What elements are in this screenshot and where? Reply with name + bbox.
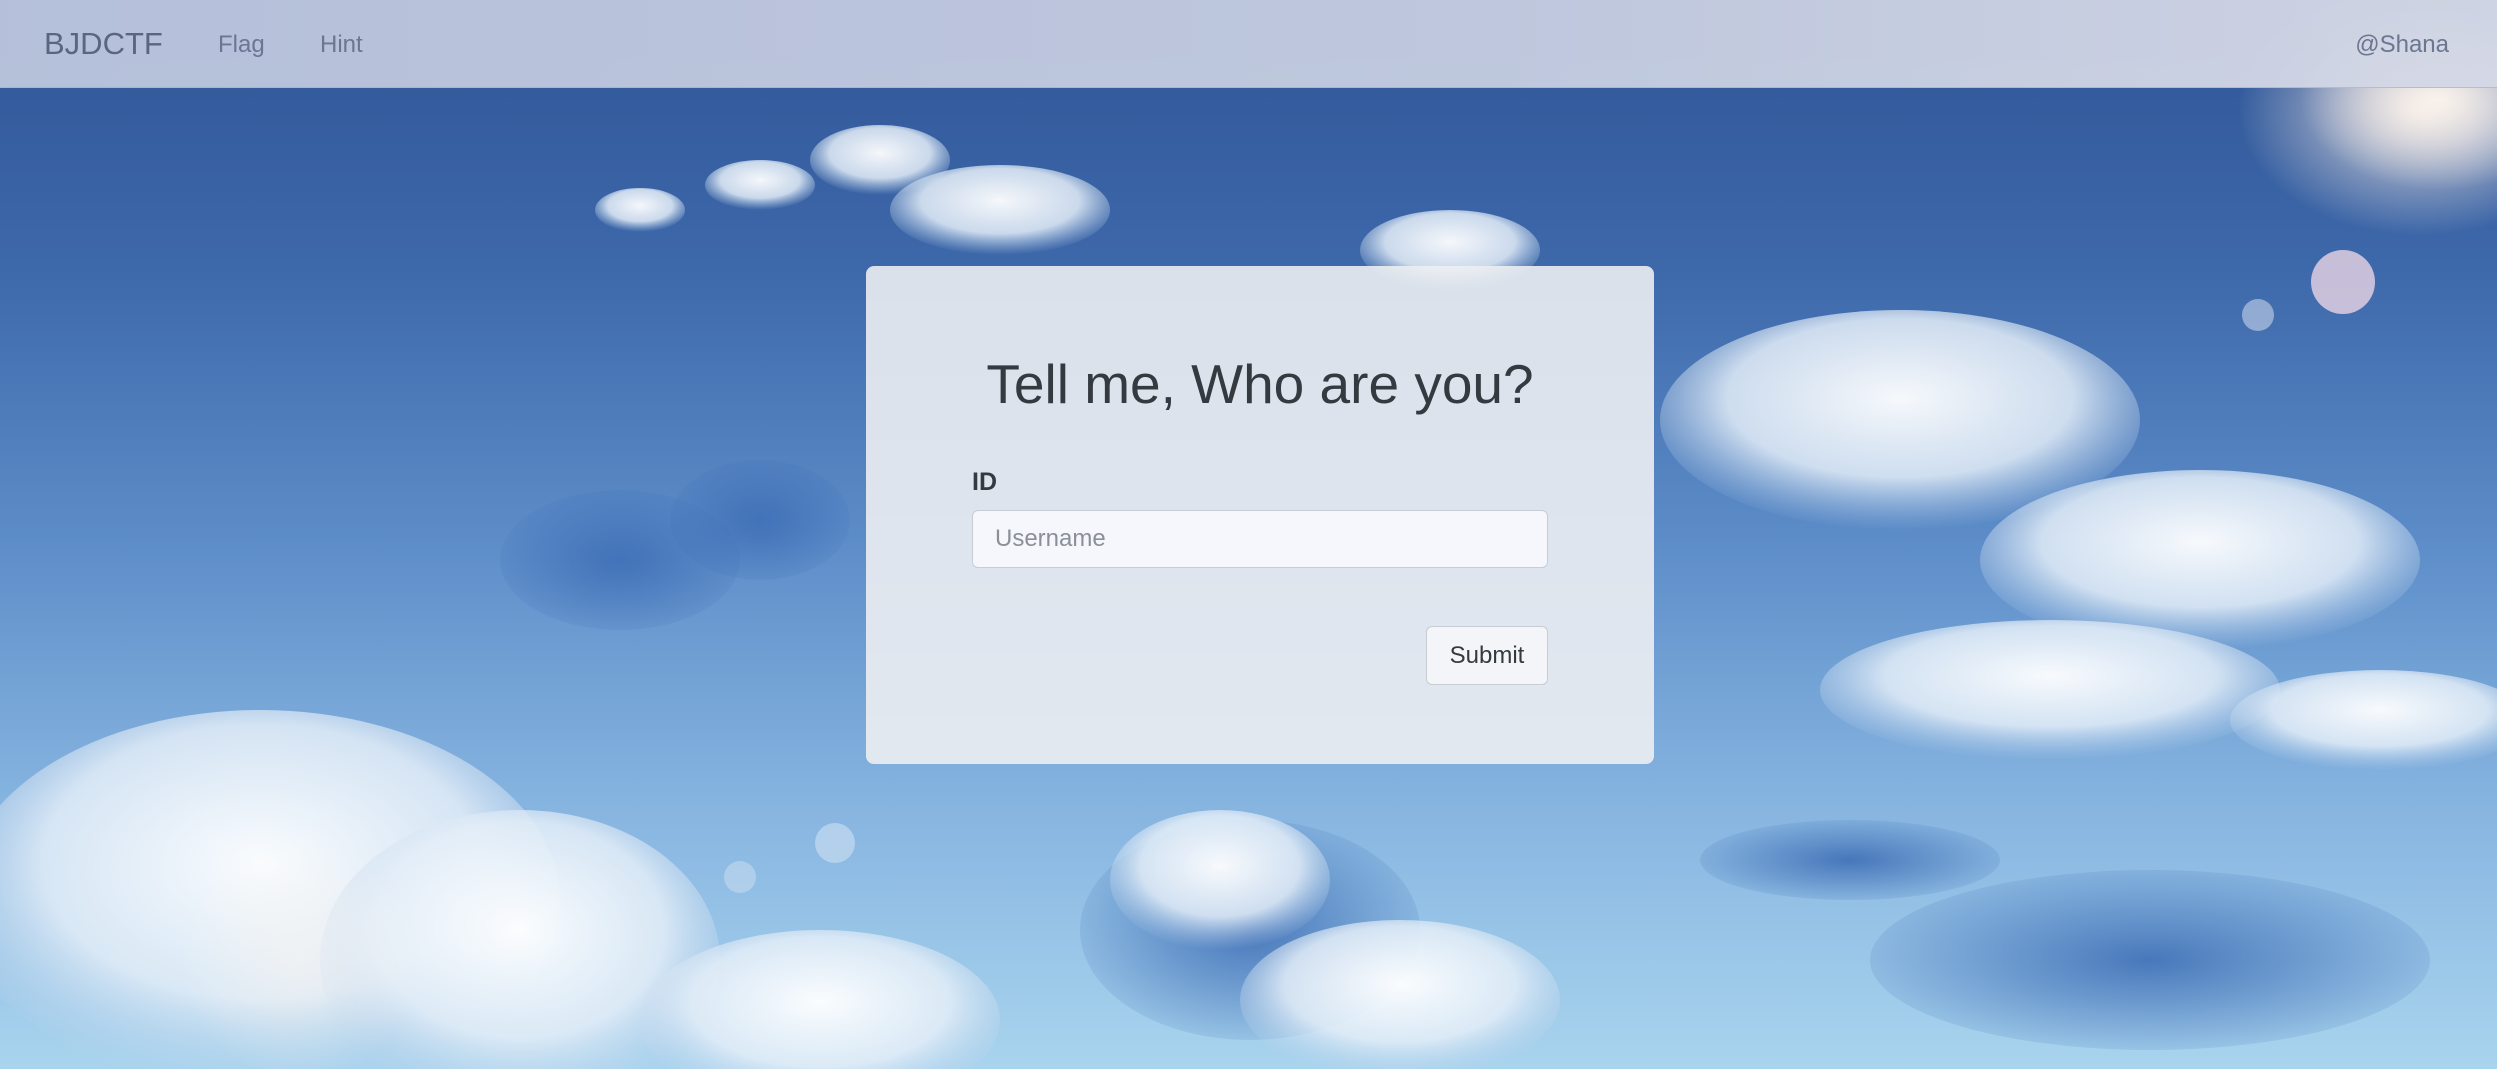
username-input[interactable]: [972, 510, 1548, 568]
id-label: ID: [972, 468, 997, 496]
brand-link[interactable]: BJDCTF: [44, 26, 163, 62]
submit-button[interactable]: Submit: [1426, 626, 1548, 685]
nav-link-flag[interactable]: Flag: [218, 31, 265, 59]
page-title: Tell me, Who are you?: [986, 353, 1534, 415]
nav-link-hint[interactable]: Hint: [320, 31, 363, 59]
login-card: Tell me, Who are you? ID Submit: [866, 266, 1654, 764]
nav-user-handle[interactable]: @Shana: [2355, 31, 2449, 59]
top-navbar: BJDCTF Flag Hint @Shana: [0, 0, 2497, 88]
